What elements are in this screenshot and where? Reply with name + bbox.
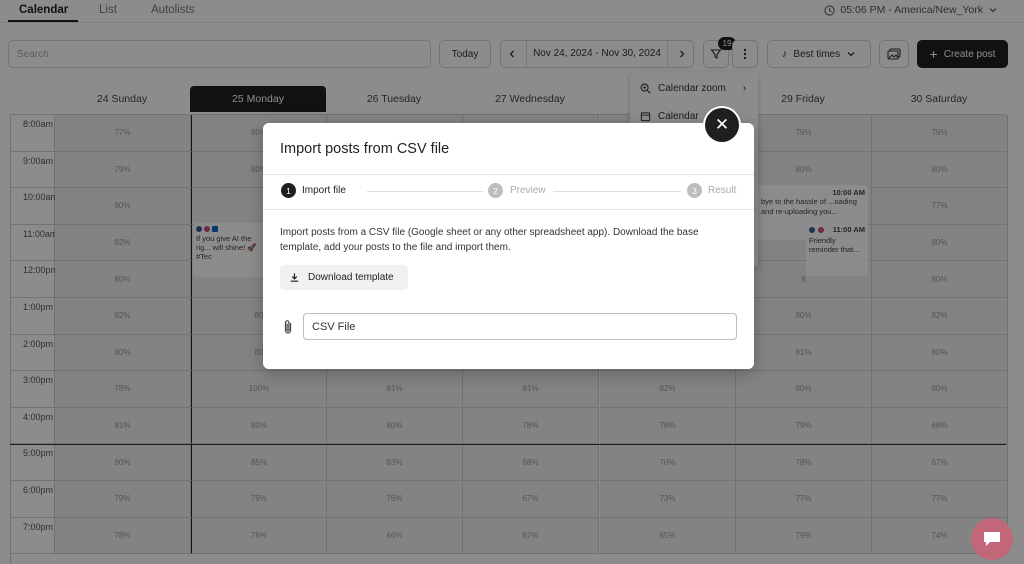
step-3-indicator: 3 xyxy=(687,183,702,198)
step-connector xyxy=(553,191,681,192)
csv-file-input[interactable]: CSV File xyxy=(303,313,737,340)
modal-divider xyxy=(263,209,754,210)
step-1-label: Import file xyxy=(302,185,346,196)
modal-divider xyxy=(263,174,754,175)
csv-file-label: CSV File xyxy=(312,320,356,333)
download-template-button[interactable]: Download template xyxy=(280,265,408,290)
download-template-label: Download template xyxy=(308,272,394,283)
paperclip-icon xyxy=(284,320,292,334)
chat-support-button[interactable] xyxy=(971,518,1013,560)
step-connector xyxy=(367,191,483,192)
import-description: Import posts from a CSV file (Google she… xyxy=(280,227,699,253)
modal-title: Import posts from CSV file xyxy=(280,141,450,157)
step-1-indicator: 1 xyxy=(281,183,296,198)
step-2-label: Preview xyxy=(510,185,546,196)
close-modal-button[interactable]: ✕ xyxy=(705,108,739,142)
step-2-indicator: 2 xyxy=(488,183,503,198)
chat-icon xyxy=(984,532,1000,546)
close-icon: ✕ xyxy=(714,115,730,134)
import-csv-modal: Import posts from CSV file 1 Import file… xyxy=(263,123,754,369)
step-3-label: Result xyxy=(708,185,737,196)
download-icon xyxy=(290,273,299,282)
